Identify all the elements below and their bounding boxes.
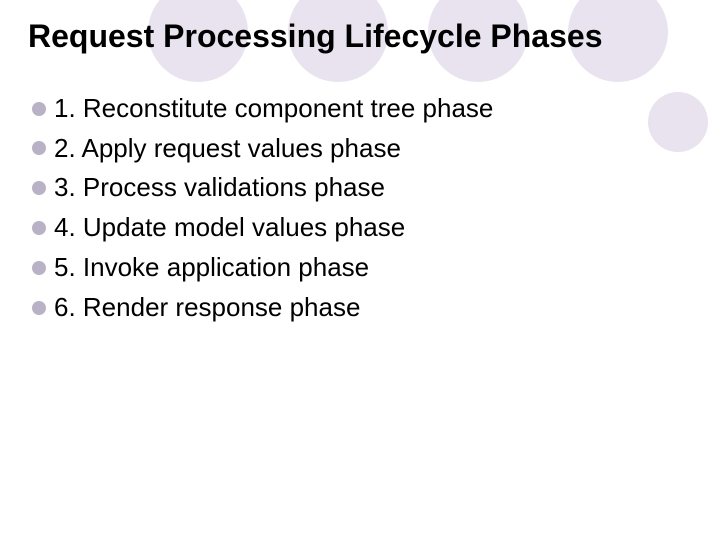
list-item: 4. Update model values phase (32, 211, 692, 245)
item-text: 2. Apply request values phase (54, 132, 401, 166)
list-item: 1. Reconstitute component tree phase (32, 92, 692, 126)
list-item: 5. Invoke application phase (32, 251, 692, 285)
item-text: 4. Update model values phase (54, 211, 405, 245)
bullet-icon (32, 102, 46, 116)
bullet-icon (32, 221, 46, 235)
slide-title: Request Processing Lifecycle Phases (28, 18, 692, 56)
item-text: 1. Reconstitute component tree phase (54, 92, 493, 126)
bullet-icon (32, 141, 46, 155)
bullet-icon (32, 301, 46, 315)
list-item: 2. Apply request values phase (32, 132, 692, 166)
slide-content: Request Processing Lifecycle Phases 1. R… (0, 0, 720, 325)
list-item: 6. Render response phase (32, 291, 692, 325)
item-text: 6. Render response phase (54, 291, 360, 325)
item-text: 3. Process validations phase (54, 171, 385, 205)
item-text: 5. Invoke application phase (54, 251, 369, 285)
list-item: 3. Process validations phase (32, 171, 692, 205)
bullet-icon (32, 261, 46, 275)
phase-list: 1. Reconstitute component tree phase 2. … (28, 92, 692, 325)
bullet-icon (32, 181, 46, 195)
